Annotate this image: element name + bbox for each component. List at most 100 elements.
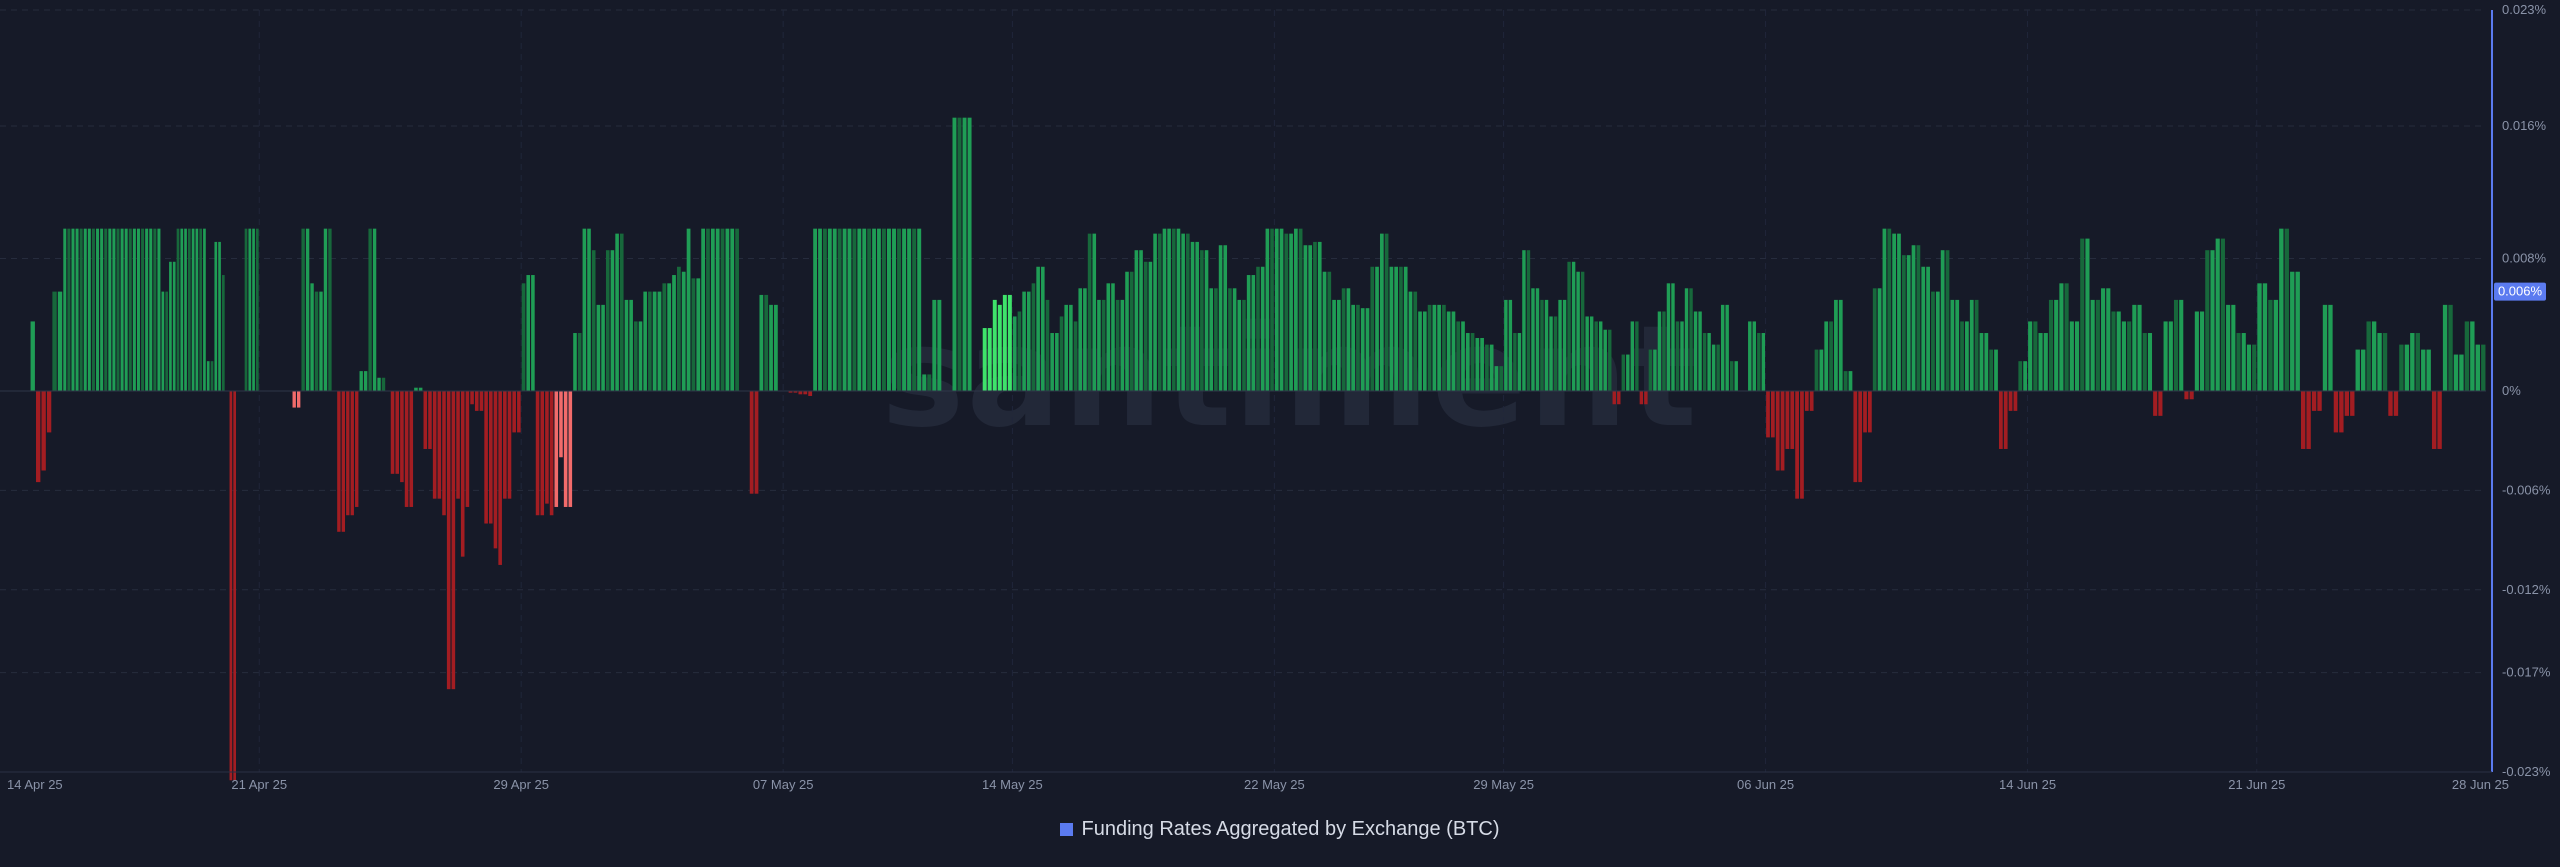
funding-rate-bar <box>1012 316 1017 391</box>
funding-rate-bar <box>456 391 460 499</box>
funding-rate-bar <box>735 228 739 391</box>
funding-rate-bar <box>363 371 368 391</box>
funding-rate-bar <box>1437 304 1441 391</box>
funding-rate-bar <box>2137 304 2142 391</box>
funding-rate-bar <box>428 391 432 449</box>
funding-rate-bar <box>554 391 559 507</box>
funding-rate-bar <box>2350 391 2355 416</box>
funding-rate-bar <box>952 117 957 392</box>
funding-rate-bar <box>2173 299 2179 391</box>
funding-rate-bar <box>409 391 414 507</box>
funding-rate-bar <box>517 391 521 433</box>
funding-rate-bar <box>2464 321 2470 391</box>
funding-rate-bar <box>1265 228 1270 391</box>
funding-rate-bar <box>643 291 647 391</box>
funding-rate-bar <box>1327 271 1332 391</box>
funding-rate-bar <box>1399 266 1403 391</box>
funding-rate-bar <box>1675 321 1680 391</box>
funding-rate-bar <box>1617 391 1621 405</box>
funding-rate-bar <box>1785 391 1790 449</box>
funding-rate-bar <box>997 304 1002 391</box>
funding-rate-bar <box>667 283 672 391</box>
funding-rate-bar <box>2043 333 2048 391</box>
funding-rate-bar <box>1087 233 1092 391</box>
funding-rate-bar <box>662 283 667 391</box>
funding-rate-bar <box>314 291 319 391</box>
funding-rate-bar <box>2127 321 2132 391</box>
funding-rate-bar <box>545 391 549 504</box>
funding-rate-bar <box>686 228 691 391</box>
funding-rate-bar <box>187 228 191 391</box>
funding-rate-bar <box>100 228 104 391</box>
funding-rate-bar <box>2344 391 2350 416</box>
funding-rate-bar <box>1422 311 1427 391</box>
funding-rate-bar <box>372 228 377 391</box>
funding-rate-bar <box>1965 321 1969 391</box>
funding-rate-bar <box>1567 261 1571 391</box>
funding-rate-bar <box>141 228 145 391</box>
funding-rate-bar <box>191 228 195 391</box>
funding-rate-bar <box>2121 321 2126 391</box>
funding-rate-bar <box>1007 294 1012 391</box>
funding-rate-bar <box>563 391 568 507</box>
funding-rate-bar <box>328 228 332 391</box>
funding-rate-bar <box>837 228 842 391</box>
funding-rate-bar <box>818 228 822 391</box>
funding-rate-bar <box>1960 321 1964 391</box>
funding-rate-bar <box>2200 311 2205 391</box>
funding-rate-bar <box>446 391 451 690</box>
funding-rate-bar <box>2220 238 2225 391</box>
funding-rate-bar <box>1480 337 1484 391</box>
funding-rate-bar <box>75 228 79 391</box>
funding-rate-bar <box>1921 266 1926 391</box>
funding-rate-bar <box>1639 391 1644 405</box>
funding-rate-bar <box>132 228 136 391</box>
funding-rate-bar <box>531 275 535 391</box>
funding-rate-bar <box>769 304 773 391</box>
funding-rate-bar <box>1863 391 1867 433</box>
funding-rate-bar <box>1360 308 1365 391</box>
funding-rate-bar <box>52 291 57 391</box>
funding-rate-bar <box>507 391 512 499</box>
funding-rate-bar <box>2226 304 2231 391</box>
funding-rate-bar <box>96 228 100 391</box>
funding-rate-bar <box>1998 391 2003 449</box>
funding-rate-bar <box>1897 233 1901 391</box>
funding-rate-bar <box>1351 304 1356 391</box>
funding-rate-bar <box>1814 349 1819 391</box>
funding-rate-bar <box>2268 299 2273 391</box>
legend[interactable]: Funding Rates Aggregated by Exchange (BT… <box>0 818 2560 841</box>
funding-rate-bar <box>1148 261 1153 391</box>
funding-rate-bar <box>2252 344 2257 391</box>
funding-rate-bar <box>1190 241 1195 391</box>
x-tick-label: 14 Jun 25 <box>1999 777 2056 792</box>
funding-rate-bar <box>1097 299 1101 391</box>
funding-rate-bar <box>244 228 248 391</box>
funding-rate-bar <box>2459 354 2464 391</box>
funding-rate-bar <box>1475 337 1480 391</box>
funding-rate-bar <box>2421 349 2426 391</box>
funding-rate-bar <box>1901 255 1906 391</box>
funding-rate-bar <box>2481 344 2486 391</box>
funding-rate-bar <box>2028 321 2033 391</box>
funding-rate-bar <box>2448 304 2453 391</box>
funding-rate-bar <box>2246 344 2252 391</box>
funding-rate-bar <box>1608 329 1612 391</box>
funding-rate-bar <box>540 391 545 516</box>
funding-rate-bar <box>346 391 350 516</box>
funding-rate-bar <box>1031 283 1036 391</box>
funding-rate-bar <box>535 391 540 516</box>
funding-rate-bar <box>57 291 63 391</box>
funding-rate-bar <box>1256 266 1260 391</box>
funding-rate-bar <box>1829 321 1833 391</box>
funding-rate-bar <box>1317 241 1322 391</box>
funding-rate-bar <box>1365 308 1370 391</box>
funding-rate-bar <box>1508 299 1513 391</box>
funding-rate-bar <box>350 391 354 516</box>
funding-rate-bar <box>1139 250 1143 391</box>
funding-rate-bar <box>676 266 681 391</box>
funding-rate-bar <box>256 228 259 391</box>
funding-rate-bar <box>203 228 206 391</box>
funding-rate-bar <box>1553 316 1558 391</box>
funding-rate-bar <box>1223 245 1228 391</box>
